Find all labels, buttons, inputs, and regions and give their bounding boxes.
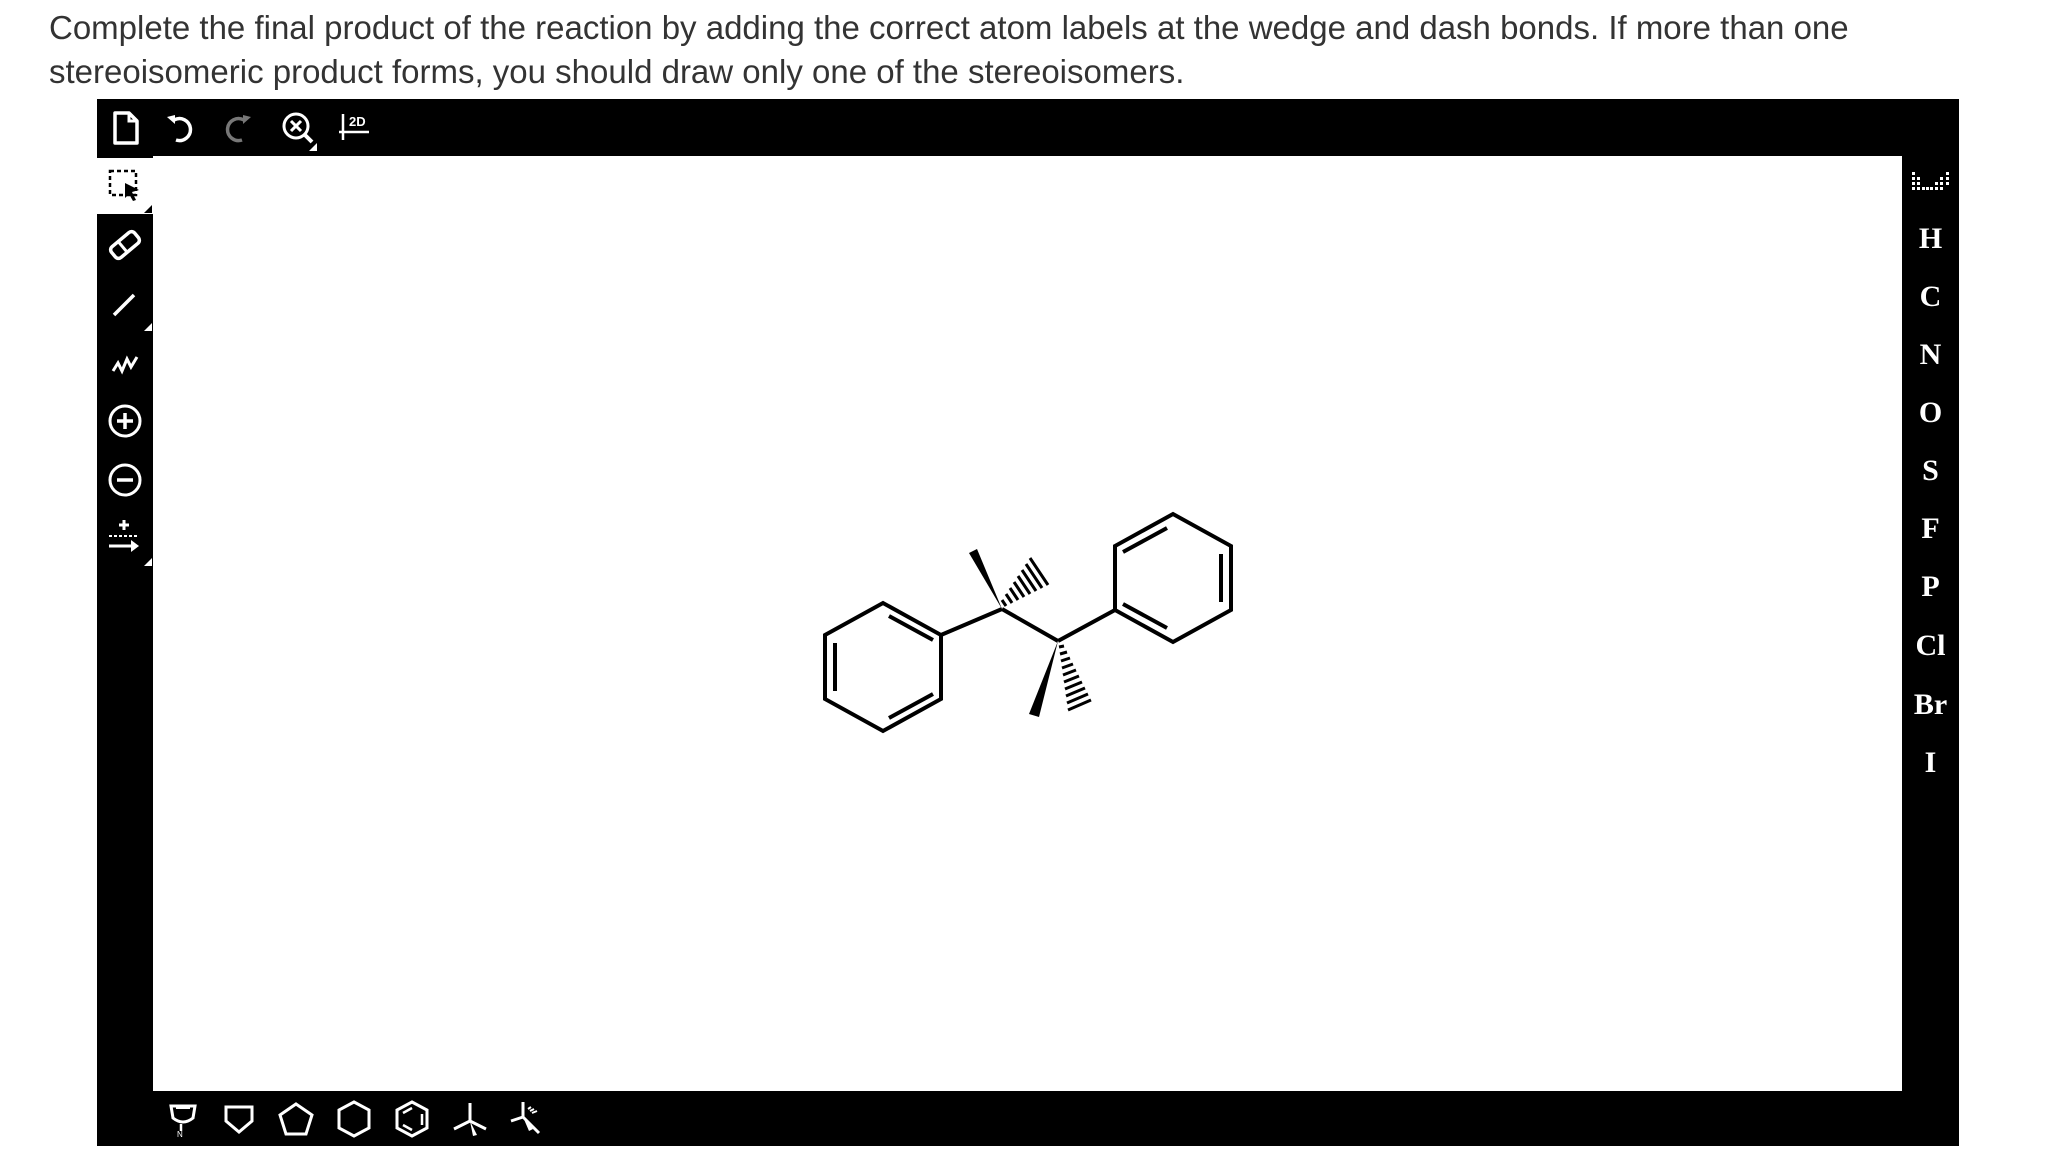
atom-button-c[interactable]: C [1902,268,1959,326]
submenu-indicator [144,558,152,566]
reaction-arrow-icon [106,518,144,560]
stereo-template-2-button[interactable] [499,1091,555,1146]
minus-charge-icon [107,462,143,498]
reaction-arrow-button[interactable] [97,511,153,567]
cyclopentane-template-button[interactable] [268,1091,324,1146]
atom-button-i[interactable]: I [1902,734,1959,792]
stereo-center-dash-icon [507,1099,547,1139]
cyclohexane-icon [335,1099,373,1139]
single-bond-icon [108,287,142,321]
bond-ring-to-c1[interactable] [940,607,1003,637]
wedge-bond-c1[interactable] [969,549,1002,609]
stereo-template-1-button[interactable] [442,1091,498,1146]
periodic-table-button[interactable] [1902,156,1959,208]
atom-button-h[interactable]: H [1902,210,1959,268]
new-document-button[interactable] [104,106,148,150]
submenu-indicator [144,323,152,331]
atom-button-br[interactable]: Br [1902,676,1959,734]
atom-button-n[interactable]: N [1902,326,1959,384]
left-toolbar [97,156,153,1091]
atom-button-o[interactable]: O [1902,384,1959,442]
select-icon [107,168,143,204]
atom-button-p[interactable]: P [1902,558,1959,616]
benzene-icon [393,1099,431,1139]
atom-button-f[interactable]: F [1902,500,1959,558]
question-text: Complete the final product of the reacti… [49,9,1849,90]
svg-text:N: N [177,1130,183,1138]
submenu-indicator [144,205,152,213]
structure-editor: 2D H C N O S F P Cl Br I N [97,99,1959,1146]
template-ring-icon: N [164,1100,202,1138]
document-icon [111,111,141,145]
erase-tool-button[interactable] [97,217,153,273]
benzene-ring-right[interactable] [1113,511,1233,645]
wedge-bond-c2[interactable] [1029,641,1058,717]
chain-tool-button[interactable] [97,334,153,390]
redo-button[interactable] [215,106,259,150]
dash-bond-c1[interactable] [1000,557,1050,607]
periodic-table-icon [1911,170,1951,194]
cyclobutane-icon [221,1101,257,1137]
undo-button[interactable] [159,106,203,150]
undo-icon [164,111,198,145]
cyclobutane-template-button[interactable] [211,1091,267,1146]
plus-charge-icon [107,403,143,439]
drawing-canvas[interactable] [153,156,1902,1091]
bond-tool-button[interactable] [97,276,153,332]
charge-plus-button[interactable] [97,393,153,449]
clean-2d-button[interactable]: 2D [333,106,377,150]
zoom-icon [279,109,319,151]
molecule-structure[interactable] [153,156,1902,1091]
bond-c1-c2[interactable] [1001,607,1059,643]
atom-button-s[interactable]: S [1902,442,1959,500]
atom-button-cl[interactable]: Cl [1902,617,1959,675]
chain-icon [108,345,142,379]
eraser-icon [106,226,144,264]
select-tool-button[interactable] [97,158,153,214]
cyclohexane-template-button[interactable] [326,1091,382,1146]
redo-icon [220,111,254,145]
benzene-ring-left[interactable] [823,600,943,734]
template-ring-button[interactable]: N [155,1091,211,1146]
stereo-center-icon [450,1099,490,1139]
dash-bond-c2[interactable] [1058,644,1092,712]
svg-text:2D: 2D [349,114,366,129]
cyclopentane-icon [277,1101,315,1137]
clean-2d-icon: 2D [337,110,373,146]
bond-c2-to-ring[interactable] [1057,608,1116,643]
benzene-template-button[interactable] [384,1091,440,1146]
atom-toolbar: H C N O S F P Cl Br I [1902,156,1959,1091]
charge-minus-button[interactable] [97,452,153,508]
zoom-button[interactable] [275,106,323,154]
